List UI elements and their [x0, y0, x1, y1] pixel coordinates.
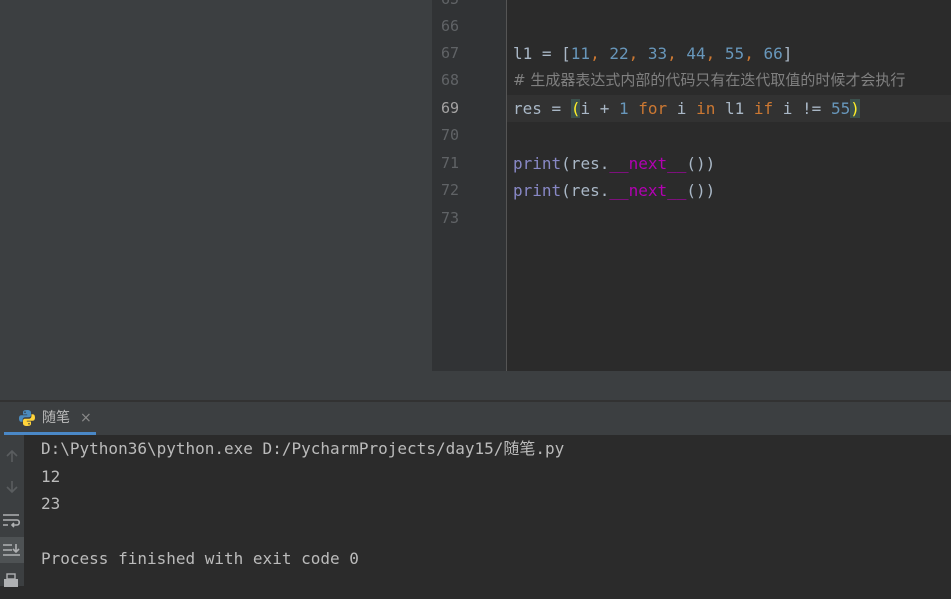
line-number: 68 [440, 71, 459, 89]
number-literal: 11 [570, 44, 591, 63]
number-literal: 55 [830, 99, 851, 118]
project-panel [0, 0, 432, 400]
matched-paren-open: ( [570, 99, 581, 118]
matched-paren-close: ) [850, 99, 860, 118]
line-number: 72 [440, 181, 459, 199]
expression: i [667, 99, 697, 118]
print-icon[interactable] [0, 569, 24, 595]
code-area[interactable]: l1 = [11, 22, 33, 44, 55, 66] # 生成器表达式内部… [507, 0, 951, 371]
line-number: 66 [440, 17, 459, 35]
separator: , [705, 44, 725, 63]
arrow-down-icon[interactable] [0, 474, 24, 500]
dunder-method: __next__ [609, 181, 687, 200]
dunder-method: __next__ [609, 154, 687, 173]
variable: res [513, 99, 542, 118]
code-editor[interactable]: 65 66 67 68 69 70 71 72 73 l1 = [11, 22,… [432, 0, 951, 371]
separator: , [744, 44, 764, 63]
arrow-up-icon[interactable] [0, 443, 24, 469]
line-number: 67 [440, 44, 459, 62]
expression: i != [773, 99, 831, 118]
run-tab[interactable]: 随笔 × [0, 402, 100, 435]
run-tab-label: 随笔 [42, 410, 70, 426]
editor-bottom-strip [432, 371, 951, 400]
code-line-71[interactable]: print(res.__next__()) [513, 150, 715, 177]
line-number: 71 [440, 154, 459, 172]
code-line-72[interactable]: print(res.__next__()) [513, 177, 715, 204]
expression: ()) [686, 154, 716, 173]
console-output-line: D:\Python36\python.exe D:/PycharmProject… [41, 439, 565, 458]
number-literal: 33 [647, 44, 668, 63]
line-number: 70 [440, 126, 459, 144]
console-output-line: 12 [41, 467, 61, 486]
line-number: 65 [432, 0, 459, 13]
number-literal: 22 [609, 44, 629, 63]
expression: (res. [561, 181, 610, 200]
close-icon[interactable]: × [80, 402, 92, 435]
builtin-print: print [513, 154, 562, 173]
console-output-line: Process finished with exit code 0 [41, 549, 359, 568]
python-icon [19, 410, 35, 426]
variable: l1 [513, 44, 533, 63]
builtin-print: print [513, 181, 562, 200]
console-toolbar [0, 435, 24, 587]
keyword-for: for [638, 99, 668, 118]
keyword-if: if [753, 99, 774, 118]
expression: (res. [561, 154, 610, 173]
scroll-to-end-icon[interactable] [0, 537, 24, 563]
line-number-active: 69 [440, 99, 459, 117]
operator: = [541, 99, 571, 118]
line-number: 73 [440, 209, 459, 227]
expression: l1 [715, 99, 754, 118]
run-tab-bar: 随笔 × [0, 402, 951, 435]
operator: = [ [532, 44, 571, 63]
expression: i + [580, 99, 619, 118]
number-literal: 55 [724, 44, 745, 63]
code-line-68-comment[interactable]: # 生成器表达式内部的代码只有在迭代取值的时候才会执行 [513, 67, 905, 94]
number-literal: 1 [618, 99, 629, 118]
soft-wrap-icon[interactable] [0, 506, 24, 532]
run-console[interactable]: D:\Python36\python.exe D:/PycharmProject… [0, 435, 951, 587]
keyword-in: in [696, 99, 716, 118]
number-literal: 66 [763, 44, 783, 63]
code-line-69[interactable]: res = (i + 1 for i in l1 if i != 55) [513, 95, 860, 122]
console-output-line: 23 [41, 494, 61, 513]
bracket: ] [782, 44, 793, 63]
expression: ()) [686, 181, 716, 200]
line-number-gutter: 65 66 67 68 69 70 71 72 73 [432, 0, 506, 371]
separator: , [667, 44, 687, 63]
separator: , [628, 44, 648, 63]
separator: , [590, 44, 610, 63]
code-line-67[interactable]: l1 = [11, 22, 33, 44, 55, 66] [513, 40, 792, 67]
number-literal: 44 [686, 44, 706, 63]
